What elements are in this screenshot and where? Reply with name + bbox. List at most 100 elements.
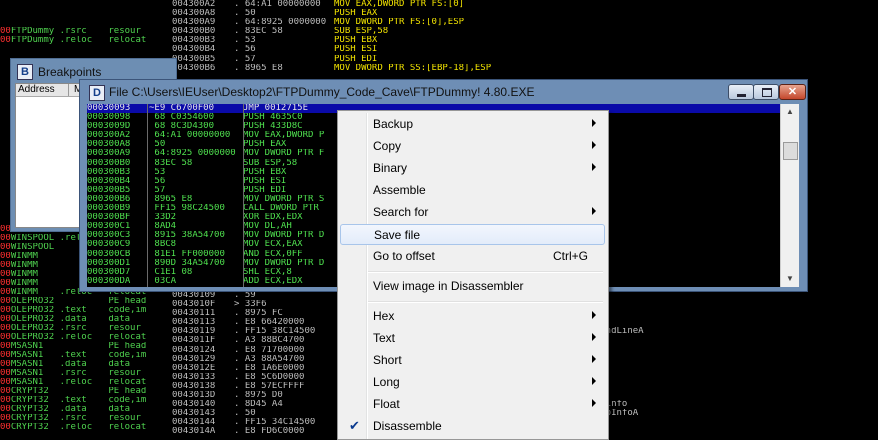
menu-item-float[interactable]: Float [340, 394, 605, 415]
menu-item-save-file[interactable]: Save file [340, 224, 605, 245]
cpu-row-address: 0043011F [172, 336, 216, 346]
cpu-row[interactable]: 004300B6 . 8965 E8 MOV DWORD PTR SS:[EBP-1… [172, 64, 878, 73]
cpu-row-address: 0043012E [172, 363, 216, 373]
memory-map-row[interactable]: 00CRYPT32 .data data [0, 405, 172, 414]
breakpoints-title: Breakpoints [38, 65, 102, 79]
memory-map-row[interactable]: 00FTPDummy .rsrc resour [0, 27, 172, 36]
memory-map-row[interactable] [0, 0, 172, 9]
memory-map-text: MSASN1 .reloc relocat [10, 378, 147, 387]
memory-map-row[interactable] [0, 45, 172, 54]
code-instruction: PUSH ESI [243, 176, 287, 186]
memory-map-row[interactable]: 00MSASN1 PE head [0, 342, 172, 351]
menu-item-text[interactable]: Text [340, 328, 605, 349]
memory-map-row[interactable]: 00OLEPRO32 .reloc relocat [0, 333, 172, 342]
cpu-row[interactable]: 004300B4 . 56 PUSH ESI [172, 45, 878, 54]
memory-map-row[interactable]: 00MSASN1 .data data [0, 360, 172, 369]
menu-item-go-to-offset[interactable]: Go to offset Ctrl+G [340, 246, 605, 267]
cpu-row[interactable]: 004300A9 . 64:8925 0000000 MOV DWORD PTR F… [172, 18, 878, 27]
memory-map-row[interactable]: 00OLEPRO32 .data data [0, 315, 172, 324]
scroll-up-arrow-icon[interactable]: ▲ [781, 104, 799, 120]
memory-map-row[interactable]: 00MSASN1 .text code,im [0, 351, 172, 360]
code-address: 000300B6 [87, 194, 131, 204]
cpu-row-instruction: PUSH ESI [334, 45, 378, 55]
code-instruction: SHL ECX,8 [243, 267, 292, 277]
memory-map-row[interactable]: 00CRYPT32 .reloc relocat [0, 423, 172, 432]
scrollbar-thumb[interactable] [783, 142, 798, 160]
code-address: 000300A2 [87, 131, 131, 141]
row-marker: 00 [0, 306, 11, 315]
column-divider[interactable] [68, 84, 69, 96]
menu-item-assemble[interactable]: Assemble [340, 180, 605, 201]
memory-map-text: FTPDummy .reloc relocat [10, 36, 147, 45]
minimize-button[interactable] [728, 84, 754, 100]
code-hex: 890D 34A54700 [149, 258, 225, 268]
menu-item-disassemble[interactable]: ✔ Disassemble [340, 416, 605, 437]
context-menu[interactable]: Backup Copy Binary Assemble Search for Save f… [337, 110, 609, 440]
memory-map-row[interactable]: 00OLEPRO32 .text code,im [0, 306, 172, 315]
memory-map-row[interactable]: 00MSASN1 .reloc relocat [0, 378, 172, 387]
cpu-row[interactable]: 004300A8 . 50 PUSH EAX [172, 9, 878, 18]
column-header-address[interactable]: Address [18, 84, 55, 95]
row-marker: 00 [0, 234, 11, 243]
menu-item-long[interactable]: Long [340, 372, 605, 393]
memory-map-text: WINMM [10, 261, 38, 270]
memory-map-text: CRYPT32 .reloc relocat [10, 423, 147, 432]
code-instruction: MOV DWORD PTR D [243, 231, 325, 241]
memory-map-row[interactable]: 00OLEPRO32 .rsrc resour [0, 324, 172, 333]
vertical-scrollbar[interactable]: ▲ ▼ [780, 104, 799, 287]
cpu-row-address: 00430143 [172, 409, 216, 419]
memory-map-row[interactable] [0, 18, 172, 27]
cpu-row[interactable]: 004300B5 . 57 PUSH EDI [172, 55, 878, 64]
memory-map-text: MSASN1 PE head [10, 342, 147, 351]
memory-map-row[interactable]: 00CRYPT32 PE head [0, 387, 172, 396]
memory-map-row[interactable]: 00CRYPT32 .rsrc resour [0, 414, 172, 423]
memory-map-row[interactable]: 00FTPDummy .reloc relocat [0, 36, 172, 45]
code-address: 000300B4 [87, 176, 131, 186]
row-marker: 00 [0, 27, 11, 36]
scroll-down-arrow-icon[interactable]: ▼ [781, 271, 799, 287]
row-marker: 00 [0, 378, 11, 387]
submenu-arrow-icon [592, 141, 596, 149]
cpu-row[interactable]: 004300A2 . 64:A1 00000000 MOV EAX,DWORD PT… [172, 0, 878, 9]
menu-item-hex[interactable]: Hex [340, 306, 605, 327]
cpu-row-address: 004300B4 [172, 45, 216, 55]
row-marker: 00 [0, 279, 11, 288]
code-address: 000300A8 [87, 140, 131, 150]
row-marker: 00 [0, 261, 11, 270]
memory-map-text: OLEPRO32 .reloc relocat [10, 333, 147, 342]
maximize-button[interactable] [753, 84, 779, 100]
memory-map-row[interactable]: 00CRYPT32 .text code,im [0, 396, 172, 405]
code-hex: 64:8925 0000000 [149, 149, 236, 159]
cpu-row[interactable]: 004300B0 . 83EC 58 SUB ESP,58 [172, 27, 878, 36]
row-marker: 00 [0, 288, 11, 297]
cpu-row-instruction: MOV DWORD PTR SS:[EBP-18],ESP [334, 63, 492, 73]
menu-item-binary[interactable]: Binary [340, 158, 605, 179]
code-hex: C1E1 08 [149, 267, 193, 277]
cpu-row-hex: . 56 [234, 45, 256, 55]
row-marker: 00 [0, 342, 11, 351]
menu-item-backup[interactable]: Backup [340, 114, 605, 135]
cpu-row[interactable]: 004300B3 . 53 PUSH EBX [172, 36, 878, 45]
file-window-titlebar[interactable]: D File C:\Users\IEUser\Desktop2\FTPDummy… [80, 80, 807, 104]
menu-item-copy[interactable]: Copy [340, 136, 605, 157]
code-instruction: CALL DWORD PTR [243, 204, 319, 214]
memory-map-text: WINMM [10, 279, 38, 288]
code-hex: 68 C0354600 [149, 113, 215, 123]
memory-map-text: MSASN1 .data data [10, 360, 131, 369]
memory-map-row[interactable] [0, 9, 172, 18]
memory-map-row[interactable]: 00MSASN1 .rsrc resour [0, 369, 172, 378]
cpu-row-hex: . 59 [234, 291, 256, 300]
menu-item-view-image-in-disassembler[interactable]: View image in Disassembler [340, 276, 605, 297]
menu-item-label: Hex [373, 309, 395, 323]
memory-map-row[interactable]: 00OLEPRO32 PE head [0, 297, 172, 306]
cpu-row-instruction: MOV DWORD PTR FS:[0],ESP [334, 18, 465, 28]
menu-item-short[interactable]: Short [340, 350, 605, 371]
row-marker: 00 [0, 405, 11, 414]
menu-separator [368, 271, 603, 273]
menu-item-label: Save file [374, 228, 421, 242]
menu-item-search-for[interactable]: Search for [340, 202, 605, 223]
row-marker: 00 [0, 270, 11, 279]
code-address: 000300CB [87, 249, 131, 259]
cpu-row-hex: . 53 [234, 36, 256, 46]
close-button[interactable]: ✕ [779, 84, 806, 100]
